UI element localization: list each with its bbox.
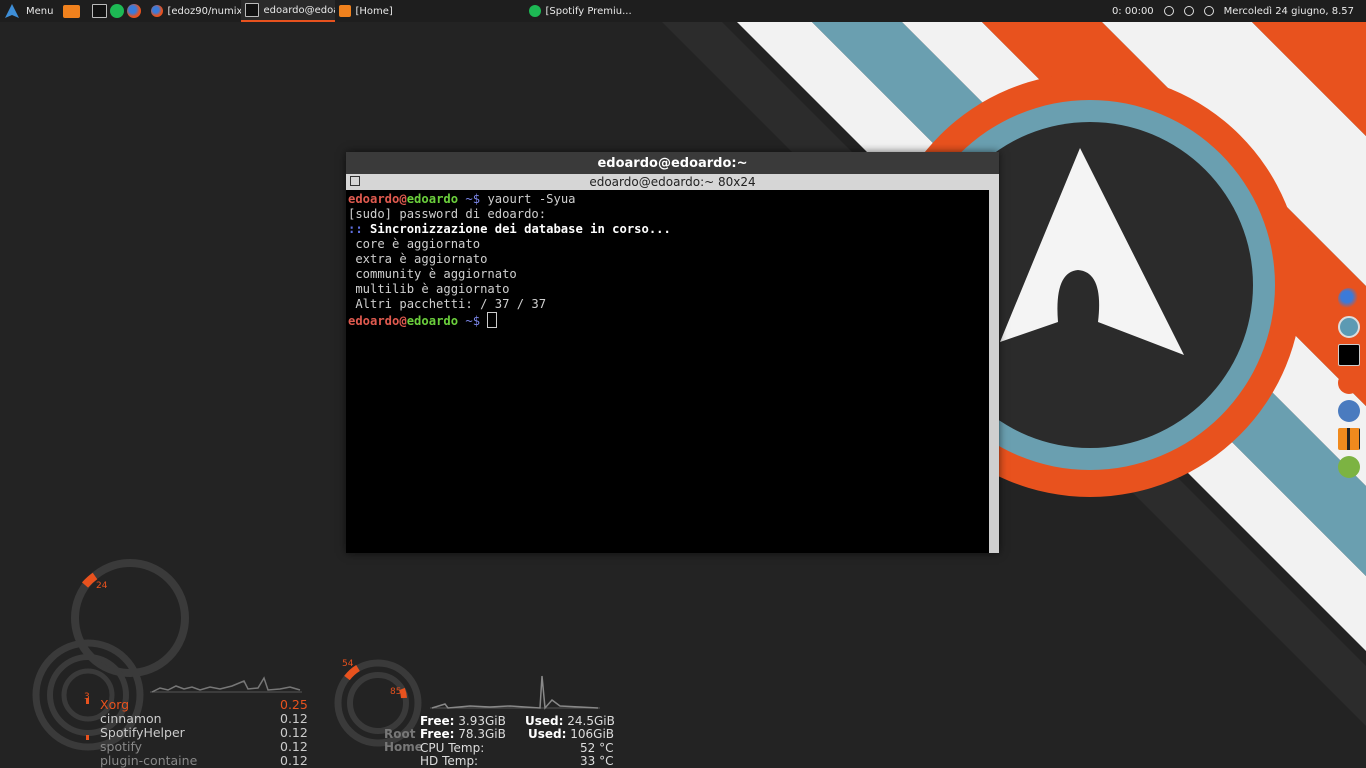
task-label: [Home] [355, 5, 393, 17]
cpu-temp: 52 °C [580, 741, 614, 755]
task-label: [edoz90/numix-c... [167, 5, 242, 17]
output-line: core è aggiornato [348, 237, 481, 251]
folder-icon[interactable] [63, 4, 81, 18]
home-used: 106GiB [570, 727, 615, 741]
tabs-icon[interactable] [350, 176, 360, 186]
cpu-ring-label: 24 [96, 581, 108, 591]
home-label: Home [384, 740, 423, 754]
dock [1338, 288, 1362, 484]
root-free: 3.93GiB [458, 714, 506, 728]
output-line: :: Sincronizzazione dei database in cors… [348, 222, 671, 236]
prompt-line: edoardo@edoardo ~$ yaourt -Syua [348, 192, 576, 206]
output-line: community è aggiornato [348, 267, 517, 281]
xmind-icon[interactable] [1338, 372, 1360, 394]
terminal-icon[interactable] [92, 4, 108, 18]
cpu-graph [151, 676, 301, 693]
terminal-window[interactable]: edoardo@edoardo:~ edoardo@edoardo:~ 80x2… [346, 152, 999, 553]
folder-icon [339, 5, 352, 17]
top-panel: Menu [edoz90/numix-c... edoardo@edoard..… [0, 0, 1366, 22]
memory-ring-label: 54 [342, 659, 354, 669]
clock[interactable]: Mercoledì 24 giugno, 8.57 [1224, 6, 1354, 17]
memory-ring-arc [344, 665, 360, 681]
task-label: [Spotify Premiu... [545, 5, 632, 17]
terminal-icon [245, 3, 260, 17]
root-label: Root [384, 727, 416, 741]
terminal-tabbar[interactable]: edoardo@edoardo:~ 80x24 [346, 174, 999, 190]
conky-widget: 24 3 54 85 Xorg 0.25 cinnamon 0.12 Spoti… [0, 540, 700, 768]
terminal-scrollbar[interactable] [989, 190, 999, 553]
panel-launchers [59, 4, 147, 18]
output-line: multilib è aggiornato [348, 282, 510, 296]
brightness-icon[interactable] [1203, 6, 1214, 16]
home-free: 78.3GiB [458, 727, 506, 741]
root-used: 24.5GiB [567, 714, 615, 728]
task-home[interactable]: [Home] [335, 0, 525, 22]
window-title: edoardo@edoardo:~ [597, 155, 748, 171]
arch-menu-icon [5, 4, 19, 18]
system-monitor-icon[interactable] [1338, 316, 1360, 338]
process-name: Xorg [100, 697, 130, 712]
terminal-icon[interactable] [1338, 344, 1360, 366]
grid-app-icon[interactable] [1338, 428, 1360, 450]
firefox-icon[interactable] [1338, 288, 1360, 310]
process-value: 0.12 [280, 753, 308, 768]
terminal-output[interactable]: edoardo@edoardo ~$ yaourt -Syua [sudo] pa… [346, 190, 989, 553]
process-value: 0.12 [280, 711, 308, 726]
firefox-icon [151, 5, 164, 17]
cpu-temp-label: CPU Temp: [420, 741, 485, 755]
process-name: cinnamon [100, 711, 162, 726]
task-spotify[interactable]: [Spotify Premiu... [525, 0, 635, 22]
process-value: 0.12 [280, 725, 308, 740]
system-tray: 0: 00:00 Mercoledì 24 giugno, 8.57 [1112, 6, 1366, 17]
disk-ring-label: 85 [390, 687, 402, 697]
battery-time[interactable]: 0: 00:00 [1112, 6, 1154, 17]
firefox-icon[interactable] [127, 4, 142, 18]
hd-temp-label: HD Temp: [420, 754, 479, 768]
process-value: 0.12 [280, 739, 308, 754]
update-icon[interactable] [1183, 6, 1194, 16]
hd-temp: 33 °C [580, 754, 614, 768]
process-name: plugin-containe [100, 753, 198, 768]
output-line: Altri pacchetti: / 37 / 37 [348, 297, 547, 311]
cpu-ring-arc [81, 572, 98, 588]
taskbar: [edoz90/numix-c... edoardo@edoard... [Ho… [147, 0, 635, 22]
spotify-icon[interactable] [110, 4, 125, 18]
disk-ring [347, 672, 409, 734]
menu-button[interactable]: Menu [0, 0, 59, 22]
terminal-titlebar[interactable]: edoardo@edoardo:~ [346, 152, 999, 174]
tab-title: edoardo@edoardo:~ 80x24 [589, 175, 756, 189]
prompt-line: edoardo@edoardo ~$ [348, 312, 987, 329]
task-firefox[interactable]: [edoz90/numix-c... [147, 0, 241, 22]
network-graph [431, 675, 599, 710]
process-value: 0.25 [280, 697, 308, 712]
android-studio-icon[interactable] [1338, 456, 1360, 478]
output-line: extra è aggiornato [348, 252, 488, 266]
disk-ring-arc [399, 687, 407, 699]
process-name: SpotifyHelper [100, 725, 185, 740]
task-label: edoardo@edoard... [263, 4, 335, 16]
process-name: spotify [100, 739, 143, 754]
small-ring-label: 3 [84, 692, 90, 702]
text-cursor [487, 312, 498, 328]
menu-label: Menu [26, 5, 54, 17]
spotify-icon [529, 5, 542, 17]
wifi-icon[interactable] [1163, 6, 1174, 16]
pidgin-icon[interactable] [1338, 400, 1360, 422]
task-terminal[interactable]: edoardo@edoard... [241, 0, 336, 22]
output-line: [sudo] password di edoardo: [348, 207, 547, 221]
command: yaourt -Syua [487, 192, 576, 206]
